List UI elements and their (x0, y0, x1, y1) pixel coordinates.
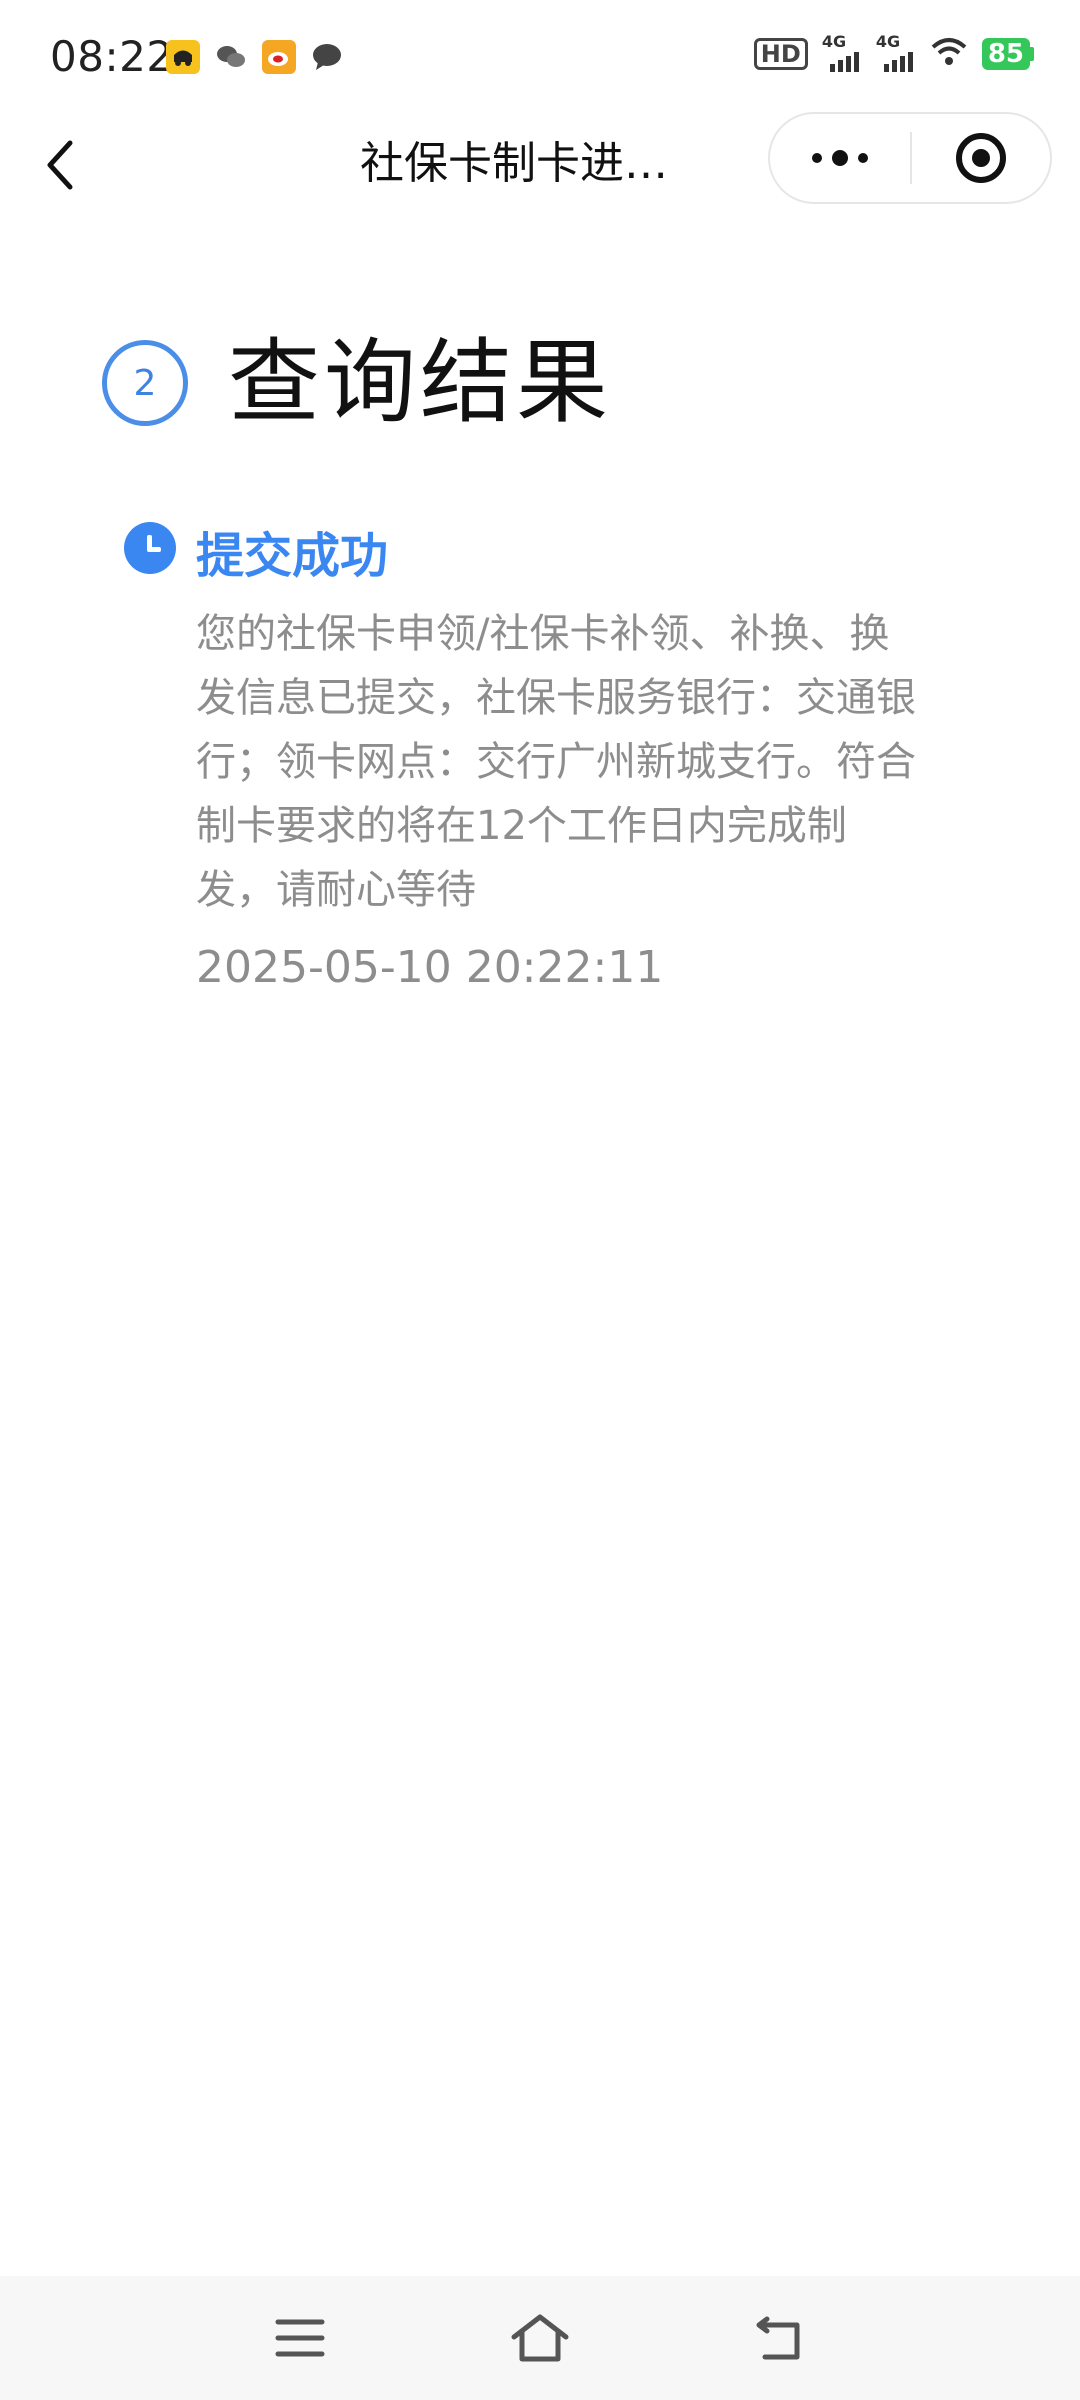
return-icon (756, 2316, 800, 2360)
status-bar: 08:22 HD 4G 4G 85 (0, 0, 1080, 112)
timeline-status: 提交成功 (196, 528, 389, 584)
close-mini-program-button[interactable] (912, 114, 1050, 202)
mini-program-capsule (768, 112, 1052, 204)
wifi-icon (930, 37, 968, 71)
more-button[interactable] (770, 114, 910, 202)
weibo-icon (262, 40, 296, 74)
step-title: 查询结果 (228, 329, 613, 436)
battery-icon: 85 (981, 38, 1034, 70)
wechat-icon (214, 40, 248, 74)
menu-icon (275, 2319, 325, 2357)
back-nav-button[interactable] (720, 2276, 840, 2400)
step-header: 2 查询结果 (102, 328, 612, 438)
didi-icon (166, 40, 200, 74)
more-icon (812, 153, 822, 163)
chevron-left-icon (47, 140, 73, 190)
page-title: 社保卡制卡进… (360, 138, 668, 189)
step-number-badge: 2 (102, 340, 188, 426)
clock-icon (124, 522, 176, 574)
home-button[interactable] (480, 2276, 600, 2400)
nav-bar: 社保卡制卡进… (0, 112, 1080, 240)
system-nav-bar (0, 2276, 1080, 2400)
home-icon (511, 2314, 569, 2362)
timeline-description: 您的社保卡申领/社保卡补领、补换、换发信息已提交，社保卡服务银行：交通银行；领卡… (196, 611, 916, 913)
back-button[interactable] (30, 130, 90, 200)
hd-icon: HD (753, 38, 808, 70)
menu-button[interactable] (240, 2276, 360, 2400)
status-time: 08:22 (50, 32, 174, 81)
message-icon (310, 40, 344, 74)
notification-icons (166, 40, 344, 74)
signal-icon-2: 4G (876, 32, 916, 72)
timeline-timestamp: 2025-05-10 20:22:11 (196, 942, 664, 993)
status-indicators: HD 4G 4G 85 (753, 32, 1034, 72)
target-icon (956, 133, 1006, 183)
signal-icon: 4G (822, 32, 862, 72)
battery-level: 85 (981, 38, 1030, 70)
